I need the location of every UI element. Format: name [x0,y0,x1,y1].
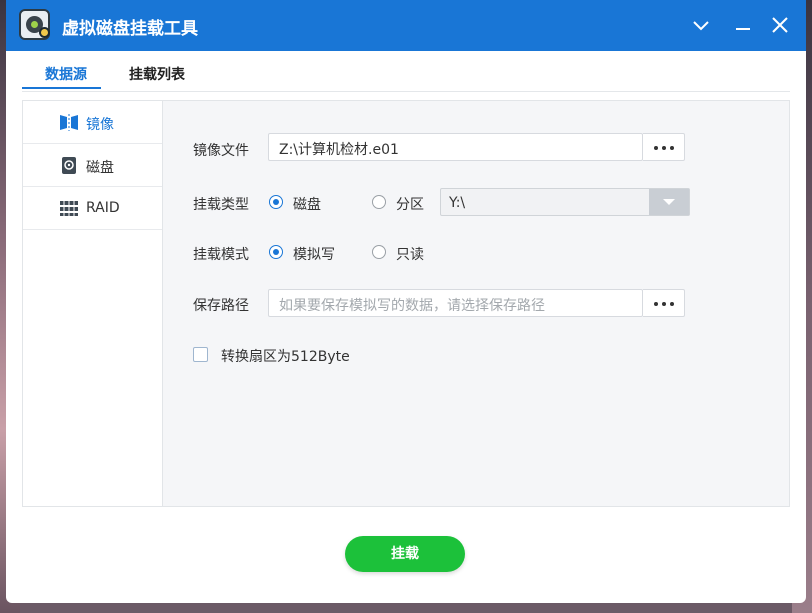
active-tab-indicator [22,87,101,89]
mount-type-partition-radio[interactable] [372,195,386,209]
partition-select-value: Y:\ [449,195,466,211]
tab-data-source[interactable]: 数据源 [45,64,87,84]
convert-sector-checkbox[interactable] [193,347,208,362]
minimize-icon[interactable] [730,12,756,38]
sidebar-item-label: RAID [86,200,120,216]
mount-type-partition-label: 分区 [396,197,424,213]
mount-type-label: 挂载类型 [193,197,249,213]
close-icon[interactable] [767,12,793,38]
sidebar-item-label: 镜像 [86,117,114,133]
mount-mode-label: 挂载模式 [193,247,249,263]
tab-mount-list[interactable]: 挂载列表 [129,64,185,84]
mount-type-disk-radio[interactable] [269,195,283,209]
mount-mode-simulated-write-radio[interactable] [269,245,283,259]
mount-mode-readonly-radio[interactable] [372,245,386,259]
mount-mode-readonly-label: 只读 [396,247,424,263]
caret-down-icon[interactable] [649,189,689,215]
tab-bar: 数据源 挂载列表 [22,51,790,92]
sidebar-item-mirror[interactable]: 镜像 [23,101,162,144]
save-path-label: 保存路径 [193,298,249,314]
convert-sector-label: 转换扇区为512Byte [221,349,350,365]
sidebar-item-label: 磁盘 [86,160,114,176]
window-title: 虚拟磁盘挂载工具 [62,19,198,39]
disk-icon [62,157,76,174]
mirror-icon [60,114,78,131]
chevron-down-icon[interactable] [688,12,714,38]
save-path-browse-button[interactable] [643,289,685,317]
title-bar: 虚拟磁盘挂载工具 [6,0,806,51]
mount-mode-simulated-write-label: 模拟写 [293,247,335,263]
save-path-input[interactable]: 如果要保存模拟写的数据，请选择保存路径 [268,289,643,317]
raid-icon [60,201,78,216]
source-sidebar: 镜像 磁盘 RAID [23,101,163,506]
image-file-input[interactable]: Z:\计算机检材.e01 [268,133,643,161]
app-window: 虚拟磁盘挂载工具 数据源 挂载列表 镜像 磁盘 RAID 镜像文件 Z:\计算机… [6,0,806,603]
sidebar-item-disk[interactable]: 磁盘 [23,144,162,187]
image-file-browse-button[interactable] [643,133,685,161]
app-logo-icon [19,9,50,40]
partition-select[interactable]: Y:\ [440,188,690,216]
mount-button[interactable]: 挂载 [345,536,465,572]
content-panel: 镜像 磁盘 RAID 镜像文件 Z:\计算机检材.e01 挂载类型 磁盘 分区 … [22,100,790,507]
mount-type-disk-label: 磁盘 [293,197,321,213]
sidebar-item-raid[interactable]: RAID [23,187,162,230]
image-file-label: 镜像文件 [193,143,249,159]
